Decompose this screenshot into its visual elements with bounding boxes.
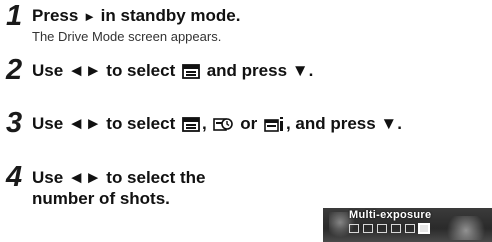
single-shot-icon xyxy=(349,224,359,233)
step-2: 2 Use ◄► to select and press ▼. xyxy=(6,55,476,87)
step-instruction-line-1: Use ◄► to select the xyxy=(32,168,206,187)
continuous-icon xyxy=(363,224,373,233)
step-instruction-line-2: number of shots. xyxy=(32,189,170,208)
screen-background-glare xyxy=(443,216,489,240)
screen-mode-title: Multi-exposure xyxy=(349,209,432,221)
step-4: 4 Use ◄► to select the number of shots. xyxy=(6,162,306,218)
step-number: 2 xyxy=(6,54,23,86)
multi-exposure-icon xyxy=(264,116,284,132)
step-instruction: Use ◄► to select and press ▼. xyxy=(32,61,314,80)
step-3: 3 Use ◄► to select , or , and press ▼. xyxy=(6,108,492,140)
continuous-shooting-icon xyxy=(182,63,200,79)
step-1: 1 Press ► in standby mode. The Drive Mod… xyxy=(6,1,476,45)
self-timer-continuous-icon xyxy=(213,116,234,132)
step-instruction: Use ◄► to select , or , and press ▼. xyxy=(32,114,402,133)
multi-exposure-icon xyxy=(419,224,429,233)
camera-screen-thumbnail: Multi-exposure xyxy=(323,208,492,242)
step-number: 4 xyxy=(6,161,23,193)
self-timer-icon xyxy=(377,224,387,233)
right-arrow-glyph: ► xyxy=(83,9,96,24)
step-instruction: Press ► in standby mode. xyxy=(32,6,241,25)
step-number: 3 xyxy=(6,107,23,139)
continuous-shooting-icon xyxy=(182,116,200,132)
drive-mode-icon-row xyxy=(349,224,429,236)
bracket-icon xyxy=(405,224,415,233)
step-note: The Drive Mode screen appears. xyxy=(32,29,222,44)
remote-icon xyxy=(391,224,401,233)
step-number: 1 xyxy=(6,0,23,32)
